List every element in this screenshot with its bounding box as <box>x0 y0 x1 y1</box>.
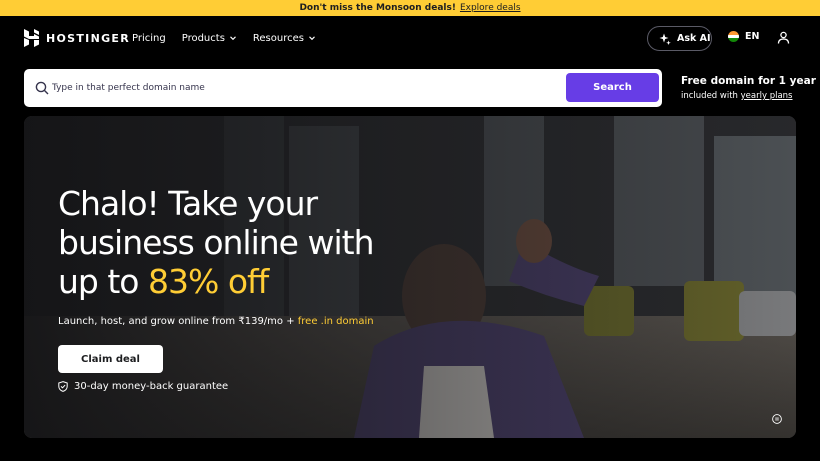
shield-check-icon <box>58 381 68 392</box>
free-domain-title: Free domain for 1 year <box>681 75 816 87</box>
ask-ai-label: Ask AI <box>677 33 711 44</box>
sparkle-icon <box>659 33 671 45</box>
chevron-down-icon <box>309 36 315 41</box>
free-domain-note: Free domain for 1 year included with yea… <box>681 75 816 101</box>
nav-item-label: Products <box>181 32 225 44</box>
claim-deal-button[interactable]: Claim deal <box>58 345 163 373</box>
user-account-icon[interactable] <box>777 31 790 44</box>
free-domain-subtitle: included with yearly plans <box>681 91 816 101</box>
hero-subtitle-text: Launch, host, and grow online from ₹139/… <box>58 316 298 327</box>
guarantee-label: 30-day money-back guarantee <box>74 381 229 392</box>
nav-links: Pricing Products Resources <box>132 31 332 45</box>
chevron-down-icon <box>230 36 236 41</box>
nav-item-label: Pricing <box>132 32 166 44</box>
language-label: EN <box>745 31 760 42</box>
hero-subtitle: Launch, host, and grow online from ₹139/… <box>58 316 374 327</box>
hero-banner: Chalo! Take your business online with up… <box>24 116 796 438</box>
explore-deals-link[interactable]: Explore deals <box>460 3 521 13</box>
nav-item-pricing[interactable]: Pricing <box>132 31 166 45</box>
hero-subtitle-accent: free .in domain <box>297 316 374 327</box>
top-nav: HOSTINGER Pricing Products Resources Ask… <box>0 16 820 60</box>
nav-item-resources[interactable]: Resources <box>253 31 316 45</box>
search-icon <box>35 81 49 95</box>
search-button[interactable]: Search <box>566 73 659 102</box>
yearly-plans-link[interactable]: yearly plans <box>741 91 793 101</box>
india-flag-icon <box>728 31 739 42</box>
domain-search-bar: Search <box>24 69 662 107</box>
hostinger-logo-icon <box>24 29 39 47</box>
nav-item-products[interactable]: Products <box>182 31 237 45</box>
money-back-guarantee: 30-day money-back guarantee <box>58 381 228 392</box>
domain-search-input[interactable] <box>52 77 552 99</box>
hero-title-accent: 83% off <box>147 262 269 301</box>
nav-item-label: Resources <box>252 32 304 44</box>
logo[interactable]: HOSTINGER <box>24 29 130 47</box>
pause-video-icon[interactable] <box>772 414 782 424</box>
brand-name: HOSTINGER <box>46 31 130 45</box>
free-domain-subtitle-prefix: included with <box>681 91 738 101</box>
language-selector[interactable]: EN <box>728 31 759 42</box>
promo-text: Don't miss the Monsoon deals! <box>299 3 456 13</box>
hero-title: Chalo! Take your business online with up… <box>58 184 378 301</box>
ask-ai-button[interactable]: Ask AI <box>647 26 712 51</box>
promo-banner: Don't miss the Monsoon deals! Explore dea… <box>0 0 820 16</box>
